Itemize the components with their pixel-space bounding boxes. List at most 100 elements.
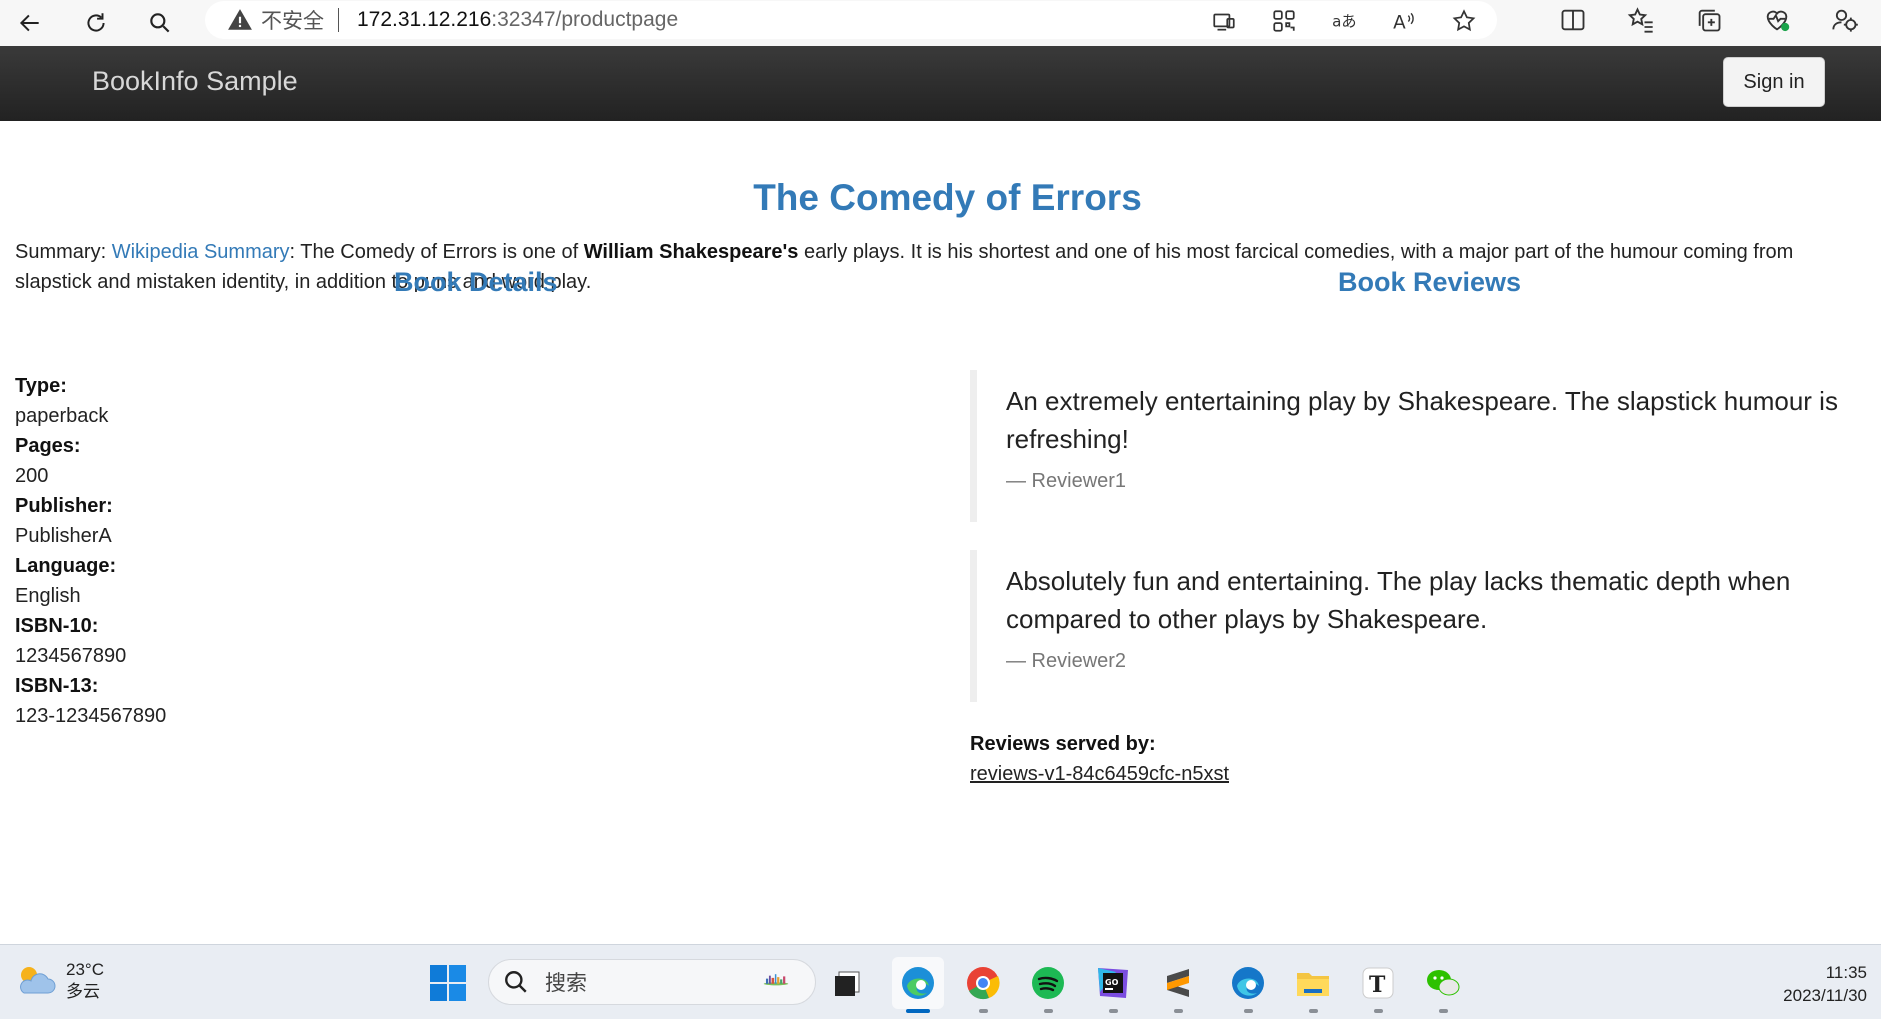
taskbar-goland[interactable]: GO xyxy=(1087,957,1139,1013)
browser-essentials-button[interactable] xyxy=(1761,4,1793,36)
detail-value-pages: 200 xyxy=(15,465,49,487)
review-card: Absolutely fun and entertaining. The pla… xyxy=(970,550,1870,702)
warning-icon xyxy=(228,9,252,30)
review-author: — Reviewer1 xyxy=(1006,470,1127,492)
taskbar-file-explorer[interactable] xyxy=(1287,957,1339,1013)
url-host: 172.31.12.216 xyxy=(357,8,492,31)
spotify-icon xyxy=(1032,967,1064,999)
svg-text:GO: GO xyxy=(1105,978,1119,987)
read-aloud-button[interactable]: A xyxy=(1389,7,1419,35)
address-bar[interactable]: 不安全 172.31.12.216:32347/productpage aあ A xyxy=(205,1,1497,39)
review-card: An extremely entertaining play by Shakes… xyxy=(970,370,1870,522)
back-arrow-icon xyxy=(19,14,39,32)
taskbar-edge[interactable] xyxy=(892,957,944,1013)
partly-cloudy-icon xyxy=(20,967,56,994)
goland-icon: GO xyxy=(1098,968,1128,998)
taskbar-wechat[interactable] xyxy=(1417,957,1469,1013)
weather-temperature: 23°C xyxy=(66,960,104,979)
chrome-icon xyxy=(967,967,1000,1000)
favorites-button[interactable] xyxy=(1625,4,1657,36)
detail-value-language: English xyxy=(15,585,81,607)
favorite-button[interactable] xyxy=(1449,7,1479,35)
weather-widget[interactable]: 23°C 多云 xyxy=(14,959,104,1003)
read-aloud-icon: A xyxy=(1393,13,1414,34)
detail-value-publisher: PublisherA xyxy=(15,525,112,547)
detail-label-isbn10: ISBN-10: xyxy=(15,615,99,637)
taskbar-typora[interactable]: T xyxy=(1352,957,1404,1013)
running-indicator xyxy=(1244,1009,1253,1013)
search-icon xyxy=(505,971,527,993)
windows-start-icon[interactable] xyxy=(430,965,466,1001)
book-reviews-heading: Book Reviews xyxy=(1338,267,1522,297)
brand-link[interactable]: BookInfo Sample xyxy=(92,66,298,97)
product-page: The Comedy of Errors Summary: Wikipedia … xyxy=(0,121,1881,944)
security-label[interactable]: 不安全 xyxy=(261,5,324,35)
detail-value-type: paperback xyxy=(15,405,109,427)
detail-value-isbn10: 1234567890 xyxy=(15,645,127,667)
clock-time: 11:35 xyxy=(1825,963,1867,982)
edge-icon xyxy=(902,967,934,999)
split-screen-icon xyxy=(1561,9,1585,31)
wikipedia-summary-link[interactable]: Wikipedia Summary xyxy=(112,241,290,263)
app-available-button[interactable] xyxy=(1209,7,1239,35)
taskbar-sublime[interactable] xyxy=(1152,957,1204,1013)
collections-button[interactable] xyxy=(1693,4,1725,36)
split-screen-button[interactable] xyxy=(1557,4,1589,36)
running-indicator xyxy=(1109,1009,1118,1013)
translate-icon: aあ xyxy=(1332,12,1356,30)
back-button[interactable] xyxy=(0,0,60,46)
task-view-icon xyxy=(835,971,860,996)
detail-label-language: Language: xyxy=(15,555,117,577)
svg-text:A: A xyxy=(1393,13,1406,34)
wechat-icon xyxy=(1427,970,1460,996)
running-indicator xyxy=(979,1009,988,1013)
translate-button[interactable]: aあ xyxy=(1329,7,1359,35)
running-indicator xyxy=(1374,1009,1383,1013)
taskbar-spotify[interactable] xyxy=(1022,957,1074,1013)
sublime-icon xyxy=(1167,969,1189,997)
svg-text:T: T xyxy=(1369,972,1386,998)
sign-in-button[interactable]: Sign in xyxy=(1723,57,1825,107)
search-placeholder: 搜索 xyxy=(545,972,587,995)
extensions-button[interactable] xyxy=(1829,4,1861,36)
heart-pulse-icon xyxy=(1766,10,1790,32)
refresh-icon xyxy=(87,13,105,32)
star-icon xyxy=(1452,9,1476,32)
edge-dev-icon xyxy=(1232,967,1264,999)
detail-label-isbn13: ISBN-13: xyxy=(15,675,99,697)
taskbar-search[interactable]: 搜索 xyxy=(488,959,816,1005)
weather-condition: 多云 xyxy=(66,982,100,1001)
summary-text-1: : The Comedy of Errors is one of xyxy=(289,241,584,263)
favorites-icon xyxy=(1627,7,1653,33)
detail-label-pages: Pages: xyxy=(15,435,81,457)
qr-code-button[interactable] xyxy=(1269,7,1299,35)
file-explorer-icon xyxy=(1297,973,1329,996)
active-indicator xyxy=(906,1009,930,1013)
book-summary: Summary: Wikipedia Summary: The Comedy o… xyxy=(15,237,1865,297)
taskbar-chrome[interactable] xyxy=(957,957,1009,1013)
collections-icon xyxy=(1698,9,1721,32)
detail-label-type: Type: xyxy=(15,375,67,397)
summary-prefix: Summary: xyxy=(15,241,112,263)
review-text: An extremely entertaining play by Shakes… xyxy=(1006,386,1838,454)
running-indicator xyxy=(1439,1009,1448,1013)
detail-label-publisher: Publisher: xyxy=(15,495,113,517)
extensions-icon xyxy=(1832,9,1858,32)
windows-taskbar: 23°C 多云 搜索 GO T 11:35 2023/11/30 xyxy=(0,944,1881,1019)
app-navbar: BookInfo Sample Sign in xyxy=(0,46,1881,121)
taskbar-task-view[interactable] xyxy=(822,957,874,1009)
typora-icon: T xyxy=(1362,967,1394,999)
search-icon xyxy=(150,13,170,33)
detail-value-isbn13: 123-1234567890 xyxy=(15,705,167,727)
review-text: Absolutely fun and entertaining. The pla… xyxy=(1006,566,1791,634)
review-author: — Reviewer2 xyxy=(1006,650,1127,672)
app-available-icon xyxy=(1213,13,1235,31)
svg-text:aあ: aあ xyxy=(1332,12,1356,30)
served-by-label: Reviews served by: xyxy=(970,733,1156,755)
running-indicator xyxy=(1309,1009,1318,1013)
refresh-button[interactable] xyxy=(66,0,126,46)
system-clock[interactable]: 11:35 2023/11/30 xyxy=(1783,961,1867,1007)
served-by-pod-link[interactable]: reviews-v1-84c6459cfc-n5xst xyxy=(970,763,1229,785)
search-button[interactable] xyxy=(130,0,190,46)
taskbar-edge-dev[interactable] xyxy=(1222,957,1274,1013)
